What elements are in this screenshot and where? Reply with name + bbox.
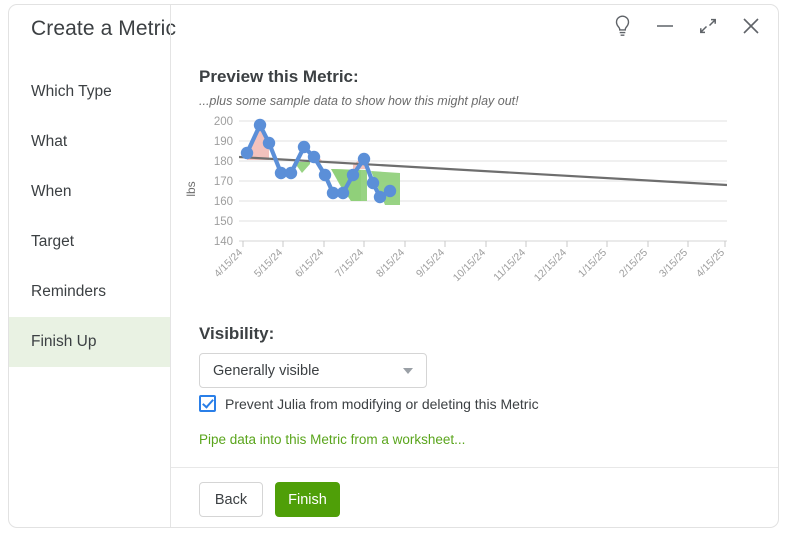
- sidebar-item-label: When: [31, 183, 72, 200]
- y-axis-title: lbs: [184, 181, 198, 196]
- sidebar-item-label: What: [31, 133, 68, 150]
- svg-text:11/15/24: 11/15/24: [491, 247, 528, 284]
- svg-text:150: 150: [214, 216, 233, 228]
- svg-text:190: 190: [214, 136, 233, 148]
- footer-divider: [171, 467, 778, 468]
- prevent-modify-checkbox[interactable]: [199, 395, 216, 412]
- screen: Create a Metric Which Type What When Tar…: [0, 0, 787, 537]
- svg-text:8/15/24: 8/15/24: [374, 247, 407, 280]
- sidebar-item-finish-up[interactable]: Finish Up: [9, 317, 170, 367]
- prevent-modify-row[interactable]: Prevent Julia from modifying or deleting…: [199, 395, 539, 412]
- svg-text:1/15/25: 1/15/25: [576, 247, 609, 280]
- svg-text:5/15/24: 5/15/24: [252, 247, 285, 280]
- svg-text:6/15/24: 6/15/24: [293, 247, 326, 280]
- visibility-select[interactable]: Generally visible: [199, 353, 427, 388]
- sidebar-item-what[interactable]: What: [9, 117, 170, 167]
- y-axis-ticklabels: 200 190 180 170 160 150 140: [214, 116, 233, 248]
- wizard-sidebar: Which Type What When Target Reminders Fi…: [9, 5, 171, 527]
- svg-text:2/15/25: 2/15/25: [617, 247, 650, 280]
- sidebar-item-label: Which Type: [31, 83, 112, 100]
- visibility-select-value: Generally visible: [213, 362, 320, 379]
- svg-text:7/15/24: 7/15/24: [333, 247, 366, 280]
- svg-text:170: 170: [214, 176, 233, 188]
- svg-text:4/15/24: 4/15/24: [212, 247, 245, 280]
- svg-text:12/15/24: 12/15/24: [532, 247, 569, 284]
- sidebar-item-reminders[interactable]: Reminders: [9, 267, 170, 317]
- create-metric-dialog: Create a Metric Which Type What When Tar…: [8, 4, 779, 528]
- svg-text:10/15/24: 10/15/24: [451, 247, 488, 284]
- sidebar-item-target[interactable]: Target: [9, 217, 170, 267]
- finish-button[interactable]: Finish: [275, 482, 340, 517]
- metric-preview-chart: lbs 200 190 180 170 160 150 140 4/15/24 …: [181, 113, 778, 303]
- svg-text:160: 160: [214, 196, 233, 208]
- preview-heading: Preview this Metric:: [199, 67, 359, 86]
- sidebar-item-label: Reminders: [31, 283, 106, 300]
- sidebar-item-when[interactable]: When: [9, 167, 170, 217]
- x-axis-ticklabels: 4/15/24 5/15/24 6/15/24 7/15/24 8/15/24 …: [212, 247, 727, 285]
- chart-svg: lbs 200 190 180 170 160 150 140 4/15/24 …: [184, 116, 727, 285]
- preview-subtext: ...plus some sample data to show how thi…: [199, 94, 519, 108]
- svg-text:9/15/24: 9/15/24: [414, 247, 447, 280]
- sidebar-item-label: Finish Up: [31, 333, 97, 350]
- x-axis-ticks: [242, 241, 726, 247]
- svg-text:4/15/25: 4/15/25: [694, 247, 727, 280]
- visibility-heading: Visibility:: [199, 324, 275, 343]
- sidebar-item-which-type[interactable]: Which Type: [9, 67, 170, 117]
- prevent-modify-label: Prevent Julia from modifying or deleting…: [225, 395, 539, 412]
- svg-text:180: 180: [214, 156, 233, 168]
- main-panel: Preview this Metric: ...plus some sample…: [171, 5, 778, 527]
- svg-text:3/15/25: 3/15/25: [657, 247, 690, 280]
- back-button[interactable]: Back: [199, 482, 263, 517]
- pipe-data-link[interactable]: Pipe data into this Metric from a worksh…: [199, 432, 465, 447]
- chevron-down-icon: [403, 367, 413, 374]
- sidebar-item-label: Target: [31, 233, 75, 250]
- svg-text:200: 200: [214, 116, 233, 128]
- wizard-buttons: Back Finish: [199, 482, 340, 517]
- svg-text:140: 140: [214, 236, 233, 248]
